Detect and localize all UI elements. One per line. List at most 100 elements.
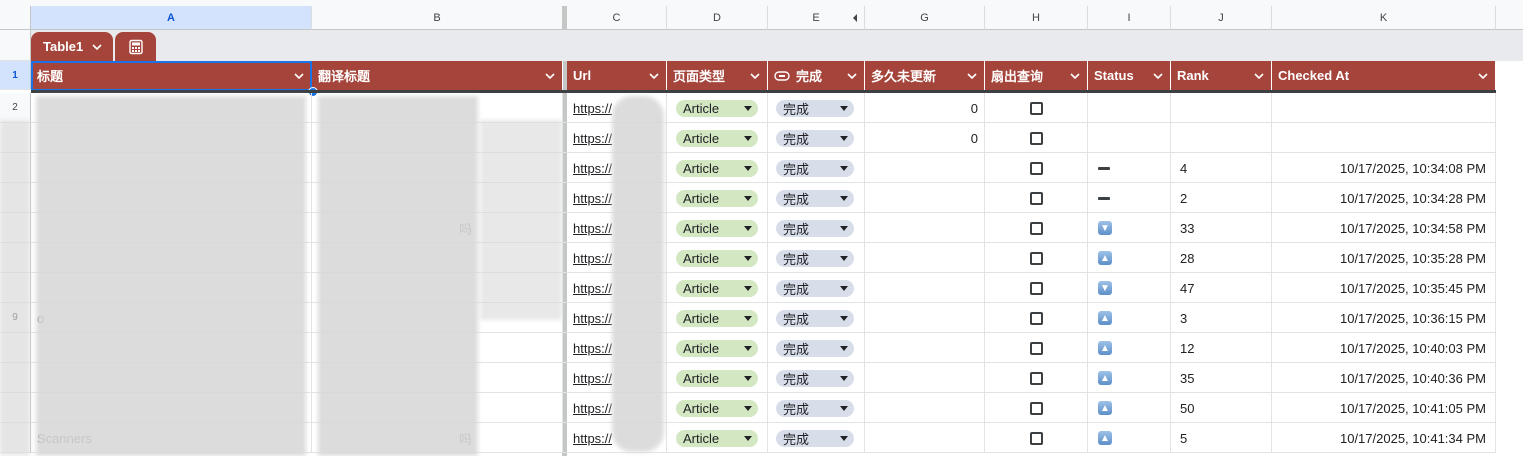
page-type-cell[interactable]: Article [667,423,768,453]
fanout-cell[interactable] [985,93,1088,123]
checked-at-cell[interactable] [1272,123,1496,153]
stale-cell[interactable] [865,243,985,273]
column-header-b[interactable]: B [312,6,563,30]
rank-cell[interactable]: 3 [1171,303,1272,333]
chevron-down-icon[interactable] [544,70,556,82]
header-title-translation[interactable]: 翻译标题 [312,61,563,90]
page-type-cell[interactable]: Article [667,363,768,393]
page-type-cell[interactable]: Article [667,213,768,243]
done-chip[interactable]: 完成 [776,339,854,357]
checked-at-cell[interactable]: 10/17/2025, 10:40:36 PM [1272,363,1496,393]
chevron-down-icon[interactable] [749,70,761,82]
status-cell[interactable] [1088,93,1171,123]
done-cell[interactable]: 完成 [768,123,865,153]
url-link[interactable]: https:// [573,281,612,296]
stale-cell[interactable] [865,273,985,303]
chevron-down-icon[interactable] [648,70,660,82]
checked-at-cell[interactable]: 10/17/2025, 10:41:34 PM [1272,423,1496,453]
chevron-down-icon[interactable] [966,70,978,82]
page-type-cell[interactable]: Article [667,333,768,363]
status-cell[interactable]: ▼ [1088,273,1171,303]
stale-cell[interactable] [865,333,985,363]
url-link[interactable]: https:// [573,401,612,416]
status-cell[interactable] [1088,123,1171,153]
page-type-cell[interactable]: Article [667,303,768,333]
checkbox[interactable] [1029,401,1043,415]
column-header-e[interactable]: E [768,6,865,30]
rank-cell[interactable]: 35 [1171,363,1272,393]
done-chip[interactable]: 完成 [776,189,854,207]
status-cell[interactable]: ▲ [1088,333,1171,363]
done-cell[interactable]: 完成 [768,363,865,393]
rank-cell[interactable]: 4 [1171,153,1272,183]
checked-at-cell[interactable] [1272,93,1496,123]
header-checked-at[interactable]: Checked At [1272,61,1496,90]
fanout-cell[interactable] [985,153,1088,183]
done-cell[interactable]: 完成 [768,213,865,243]
page-type-chip[interactable]: Article [676,129,758,147]
hidden-column-left-arrow[interactable] [853,14,857,22]
page-type-cell[interactable]: Article [667,123,768,153]
status-cell[interactable] [1088,183,1171,213]
stale-cell[interactable]: 0 [865,93,985,123]
done-chip[interactable]: 完成 [776,429,854,447]
stale-cell[interactable] [865,303,985,333]
checked-at-cell[interactable]: 10/17/2025, 10:34:08 PM [1272,153,1496,183]
status-cell[interactable]: ▲ [1088,243,1171,273]
page-type-cell[interactable]: Article [667,273,768,303]
row-header[interactable]: 2 [0,93,31,123]
checked-at-cell[interactable]: 10/17/2025, 10:35:45 PM [1272,273,1496,303]
checked-at-cell[interactable]: 10/17/2025, 10:40:03 PM [1272,333,1496,363]
status-cell[interactable]: ▲ [1088,363,1171,393]
stale-cell[interactable] [865,153,985,183]
column-header-j[interactable]: J [1171,6,1272,30]
chevron-down-icon[interactable] [1253,70,1265,82]
url-link[interactable]: https:// [573,431,612,446]
column-header-h[interactable]: H [985,6,1088,30]
checkbox[interactable] [1029,371,1043,385]
stale-cell[interactable]: 0 [865,123,985,153]
checkbox[interactable] [1029,131,1043,145]
page-type-chip[interactable]: Article [676,339,758,357]
done-cell[interactable]: 完成 [768,303,865,333]
url-link[interactable]: https:// [573,371,612,386]
checked-at-cell[interactable]: 10/17/2025, 10:34:58 PM [1272,213,1496,243]
stale-cell[interactable] [865,423,985,453]
page-type-cell[interactable]: Article [667,393,768,423]
url-link[interactable]: https:// [573,251,612,266]
stale-cell[interactable] [865,363,985,393]
done-chip[interactable]: 完成 [776,159,854,177]
checked-at-cell[interactable]: 10/17/2025, 10:41:05 PM [1272,393,1496,423]
select-all-corner[interactable] [0,6,31,30]
page-type-chip[interactable]: Article [676,99,758,117]
checked-at-cell[interactable]: 10/17/2025, 10:35:28 PM [1272,243,1496,273]
page-type-cell[interactable]: Article [667,153,768,183]
header-page-type[interactable]: 页面类型 [667,61,768,90]
checkbox[interactable] [1029,431,1043,445]
fanout-cell[interactable] [985,243,1088,273]
table-menu-button[interactable] [115,32,156,61]
column-header-g[interactable]: G [865,6,985,30]
done-chip[interactable]: 完成 [776,99,854,117]
page-type-chip[interactable]: Article [676,189,758,207]
page-type-chip[interactable]: Article [676,279,758,297]
done-chip[interactable]: 完成 [776,279,854,297]
stale-cell[interactable] [865,213,985,243]
chevron-down-icon[interactable] [1152,70,1164,82]
status-cell[interactable]: ▲ [1088,423,1171,453]
page-type-cell[interactable]: Article [667,93,768,123]
header-url[interactable]: Url [567,61,667,90]
chevron-down-icon[interactable] [1069,70,1081,82]
checkbox[interactable] [1029,221,1043,235]
fanout-cell[interactable] [985,363,1088,393]
url-link[interactable]: https:// [573,101,612,116]
fanout-cell[interactable] [985,213,1088,243]
selected-cell-outline[interactable] [31,61,312,91]
rank-cell[interactable]: 2 [1171,183,1272,213]
page-type-chip[interactable]: Article [676,309,758,327]
column-header-c[interactable]: C [567,6,667,30]
header-stale[interactable]: 多久未更新 [865,61,985,90]
done-chip[interactable]: 完成 [776,369,854,387]
header-status[interactable]: Status [1088,61,1171,90]
page-type-chip[interactable]: Article [676,249,758,267]
